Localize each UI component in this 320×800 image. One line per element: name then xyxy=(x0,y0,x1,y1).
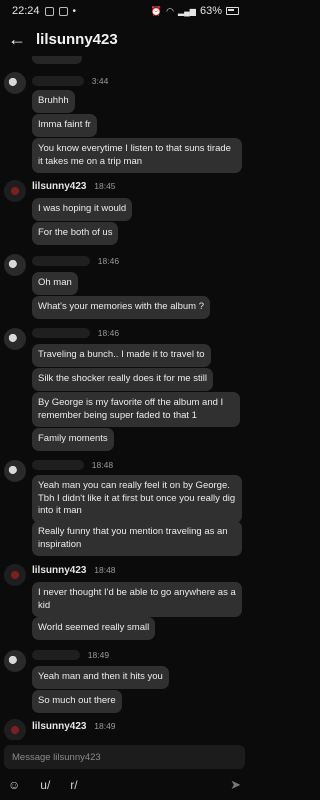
sender-header: lilsunny423 18:45 xyxy=(32,181,116,192)
avatar[interactable] xyxy=(4,254,26,276)
message-bubble[interactable]: Imma faint fr xyxy=(32,114,97,137)
message-bubble[interactable]: For the both of us xyxy=(32,222,119,245)
message-bubble[interactable]: By George is my favorite off the album a… xyxy=(32,392,240,427)
message-bubble[interactable]: Really funny that you mention traveling … xyxy=(32,521,242,556)
sender-name: lilsunny423 xyxy=(32,181,87,192)
message-input[interactable]: Message lilsunny423 xyxy=(4,745,245,769)
message-bubble[interactable]: What's your memories with the album ? xyxy=(32,296,211,319)
more-dots-icon: • xyxy=(72,5,77,17)
back-arrow-icon[interactable]: ← xyxy=(6,28,28,50)
message-bubble[interactable]: Yeah man and then it hits you xyxy=(32,666,169,689)
emoji-icon[interactable]: ☺ xyxy=(8,778,20,792)
message-bubble[interactable]: Family moments xyxy=(32,428,114,451)
message-bubble[interactable]: Oh man xyxy=(32,272,78,295)
sender-header: lilsunny423 18:48 xyxy=(32,565,116,576)
message-time: 18:48 xyxy=(91,460,114,470)
message-bubble[interactable]: So much out there xyxy=(32,690,122,713)
composer-toolbar: ☺ u/ r/ ➤ xyxy=(0,771,249,799)
message-time: 3:44 xyxy=(91,76,109,86)
message-bubble[interactable]: Yeah man you can really feel it on by Ge… xyxy=(32,475,242,523)
send-icon[interactable]: ➤ xyxy=(230,777,241,793)
avatar[interactable] xyxy=(4,564,26,586)
gallery-icon xyxy=(58,6,68,16)
battery-icon xyxy=(226,7,239,15)
sender-name: lilsunny423 xyxy=(32,721,87,732)
message-bubble[interactable]: Silk the shocker really does it for me s… xyxy=(32,368,213,391)
message-list[interactable]: 3:44 Bruhhh Imma faint fr You know every… xyxy=(0,56,249,740)
avatar[interactable] xyxy=(4,180,26,202)
avatar[interactable] xyxy=(4,650,26,672)
sender-header: 18:46 xyxy=(32,328,119,339)
wifi-icon: ◠ xyxy=(166,5,174,16)
avatar[interactable] xyxy=(4,328,26,350)
message-time: 18:49 xyxy=(94,721,116,731)
notification-icon xyxy=(44,6,54,16)
avatar[interactable] xyxy=(4,72,26,94)
sender-header: 18:49 xyxy=(32,650,109,661)
redacted-username xyxy=(32,460,84,471)
subreddit-mention-button[interactable]: r/ xyxy=(70,778,77,792)
signal-icon: ▂▄▆ xyxy=(177,6,196,16)
message-bubble[interactable]: World seemed really small xyxy=(32,617,156,640)
user-mention-button[interactable]: u/ xyxy=(40,778,50,792)
message-time: 18:46 xyxy=(97,328,120,338)
redacted-username xyxy=(32,76,84,87)
redacted-username xyxy=(32,328,90,339)
message-bubble[interactable]: I never thought I'd be able to go anywhe… xyxy=(32,582,242,617)
status-time: 22:24 xyxy=(12,5,40,17)
sender-header: 18:48 xyxy=(32,460,113,471)
avatar[interactable] xyxy=(4,719,26,740)
alarm-icon: ⏰ xyxy=(150,5,163,16)
sender-header: 3:44 xyxy=(32,76,108,87)
previous-message-edge xyxy=(32,56,82,64)
battery-percent: 63% xyxy=(199,5,222,17)
sender-header: lilsunny423 18:49 xyxy=(32,721,116,732)
status-bar: 22:24 • ⏰ ◠ ▂▄▆ 63% xyxy=(0,0,249,22)
message-bubble[interactable]: Bruhhh xyxy=(32,90,75,113)
message-bubble[interactable]: Traveling a bunch.. I made it to travel … xyxy=(32,344,211,367)
message-bubble[interactable]: I was hoping it would xyxy=(32,198,133,221)
redacted-username xyxy=(32,256,90,267)
message-input-placeholder: Message lilsunny423 xyxy=(12,751,101,763)
avatar[interactable] xyxy=(4,460,26,482)
redacted-username xyxy=(32,650,80,661)
chat-title: lilsunny423 xyxy=(36,30,118,48)
message-bubble[interactable]: You know everytime I listen to that suns… xyxy=(32,138,242,173)
message-time: 18:45 xyxy=(94,181,116,191)
sender-name: lilsunny423 xyxy=(32,565,87,576)
message-time: 18:49 xyxy=(87,650,110,660)
sender-header: 18:46 xyxy=(32,256,119,267)
message-time: 18:46 xyxy=(97,256,120,266)
message-time: 18:48 xyxy=(94,565,116,575)
chat-header: ← lilsunny423 xyxy=(0,22,249,56)
